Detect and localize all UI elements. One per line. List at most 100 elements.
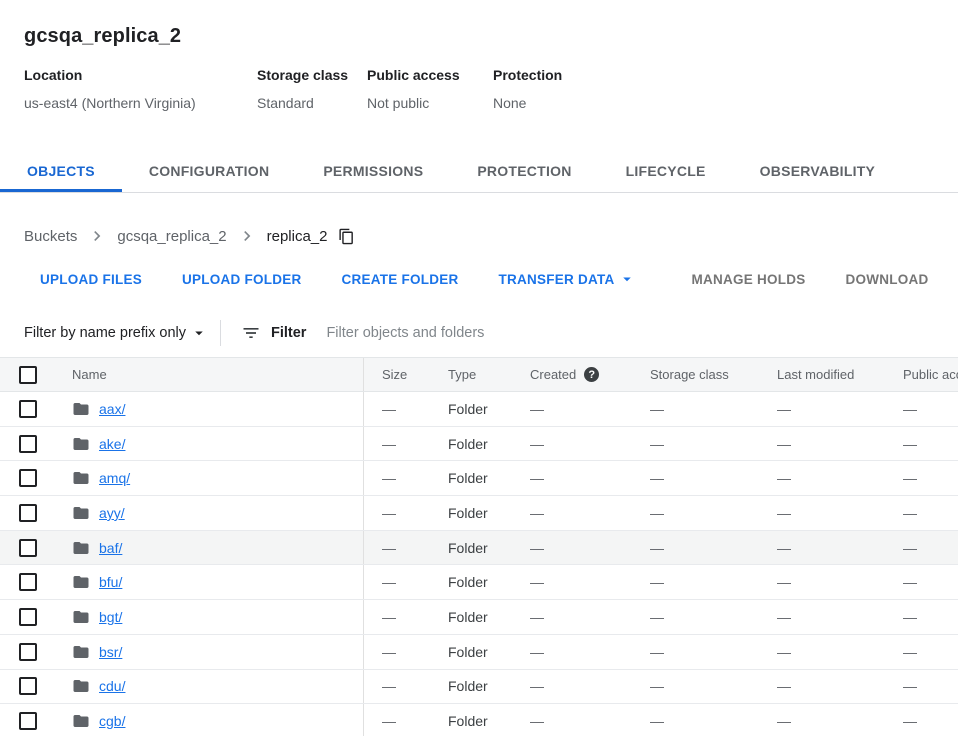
folder-link[interactable]: bfu/ <box>99 574 122 590</box>
table-row: ake/ — Folder — — — — <box>0 427 958 462</box>
cell-size: — <box>363 635 448 669</box>
cell-created: — <box>530 436 650 452</box>
cell-type: Folder <box>448 644 530 660</box>
table-row: bsr/ — Folder — — — — <box>0 635 958 670</box>
row-checkbox[interactable] <box>19 643 37 661</box>
cell-created: — <box>530 713 650 729</box>
meta-label: Storage class <box>257 67 367 83</box>
delete-button[interactable]: DELETE <box>953 261 958 297</box>
folder-link[interactable]: cgb/ <box>99 713 125 729</box>
upload-folder-button[interactable]: UPLOAD FOLDER <box>166 261 318 297</box>
cell-storage-class: — <box>650 436 777 452</box>
cell-created: — <box>530 678 650 694</box>
cell-last-modified: — <box>777 505 903 521</box>
cell-created: — <box>530 540 650 556</box>
folder-link[interactable]: cdu/ <box>99 678 125 694</box>
folder-link[interactable]: ake/ <box>99 436 125 452</box>
column-header-name: Name <box>56 367 363 382</box>
cell-size: — <box>363 392 448 426</box>
table-row: amq/ — Folder — — — — <box>0 461 958 496</box>
cell-size: — <box>363 496 448 530</box>
filter-objects-input[interactable] <box>324 324 958 342</box>
cell-last-modified: — <box>777 470 903 486</box>
meta-public-access: Public access Not public <box>367 67 493 111</box>
cell-storage-class: — <box>650 644 777 660</box>
meta-label: Protection <box>493 67 562 83</box>
filter-mode-selector[interactable]: Filter by name prefix only <box>24 324 208 342</box>
folder-icon <box>72 643 90 661</box>
cell-type: Folder <box>448 678 530 694</box>
transfer-data-button[interactable]: TRANSFER DATA <box>483 261 652 297</box>
upload-files-button[interactable]: UPLOAD FILES <box>24 261 158 297</box>
select-all-checkbox[interactable] <box>19 366 37 384</box>
cell-created: — <box>530 401 650 417</box>
column-header-storage-class: Storage class <box>650 367 777 382</box>
cell-type: Folder <box>448 436 530 452</box>
folder-link[interactable]: ayy/ <box>99 505 125 521</box>
row-checkbox[interactable] <box>19 504 37 522</box>
cell-public-access: — <box>903 574 958 590</box>
tab-permissions[interactable]: PERMISSIONS <box>296 150 450 192</box>
folder-link[interactable]: amq/ <box>99 470 130 486</box>
folder-link[interactable]: bgt/ <box>99 609 122 625</box>
tab-lifecycle[interactable]: LIFECYCLE <box>599 150 733 192</box>
table-row: baf/ — Folder — — — — <box>0 531 958 566</box>
row-checkbox[interactable] <box>19 400 37 418</box>
breadcrumb-buckets-link[interactable]: Buckets <box>24 228 77 245</box>
create-folder-button[interactable]: CREATE FOLDER <box>326 261 475 297</box>
column-header-public-access: Public access <box>903 367 958 382</box>
meta-label: Public access <box>367 67 493 83</box>
row-checkbox[interactable] <box>19 677 37 695</box>
breadcrumb-current-folder: replica_2 <box>267 228 328 245</box>
cell-size: — <box>363 704 448 736</box>
meta-protection: Protection None <box>493 67 562 111</box>
tab-objects[interactable]: OBJECTS <box>0 150 122 192</box>
tab-protection[interactable]: PROTECTION <box>450 150 598 192</box>
folder-link[interactable]: baf/ <box>99 540 122 556</box>
cell-public-access: — <box>903 540 958 556</box>
table-body: aax/ — Folder — — — — ake/ — Folder — — <box>0 392 958 736</box>
table-row: ayy/ — Folder — — — — <box>0 496 958 531</box>
row-checkbox[interactable] <box>19 608 37 626</box>
tab-observability[interactable]: OBSERVABILITY <box>733 150 903 192</box>
header-checkbox-cell <box>0 358 56 391</box>
bucket-meta: Location us-east4 (Northern Virginia) St… <box>24 67 934 111</box>
cell-last-modified: — <box>777 609 903 625</box>
page-title: gcsqa_replica_2 <box>24 24 934 48</box>
breadcrumb-bucket-name-link[interactable]: gcsqa_replica_2 <box>117 228 226 245</box>
cell-storage-class: — <box>650 713 777 729</box>
folder-icon <box>72 435 90 453</box>
row-checkbox[interactable] <box>19 712 37 730</box>
column-header-size: Size <box>363 358 448 391</box>
row-checkbox[interactable] <box>19 435 37 453</box>
copy-path-button[interactable] <box>338 228 355 245</box>
manage-holds-button[interactable]: MANAGE HOLDS <box>676 261 822 297</box>
cell-storage-class: — <box>650 574 777 590</box>
object-actions-toolbar: UPLOAD FILES UPLOAD FOLDER CREATE FOLDER… <box>24 261 958 297</box>
cell-public-access: — <box>903 470 958 486</box>
cell-last-modified: — <box>777 574 903 590</box>
row-checkbox[interactable] <box>19 469 37 487</box>
row-checkbox[interactable] <box>19 539 37 557</box>
download-button[interactable]: DOWNLOAD <box>830 261 945 297</box>
folder-link[interactable]: bsr/ <box>99 644 122 660</box>
row-checkbox[interactable] <box>19 573 37 591</box>
cell-created: — <box>530 470 650 486</box>
column-header-type: Type <box>448 367 530 382</box>
cell-type: Folder <box>448 401 530 417</box>
cell-last-modified: — <box>777 713 903 729</box>
cell-type: Folder <box>448 713 530 729</box>
cell-storage-class: — <box>650 609 777 625</box>
folder-link[interactable]: aax/ <box>99 401 125 417</box>
folder-icon <box>72 712 90 730</box>
filter-label: Filter <box>271 325 306 341</box>
arrow-drop-down-icon <box>190 324 208 342</box>
tab-configuration[interactable]: CONFIGURATION <box>122 150 296 192</box>
help-icon[interactable]: ? <box>584 367 599 382</box>
chevron-right-icon <box>237 226 257 246</box>
cell-created: — <box>530 574 650 590</box>
breadcrumb: Buckets gcsqa_replica_2 replica_2 <box>24 226 958 246</box>
column-header-last-modified: Last modified <box>777 367 903 382</box>
cell-type: Folder <box>448 540 530 556</box>
cell-size: — <box>363 600 448 634</box>
